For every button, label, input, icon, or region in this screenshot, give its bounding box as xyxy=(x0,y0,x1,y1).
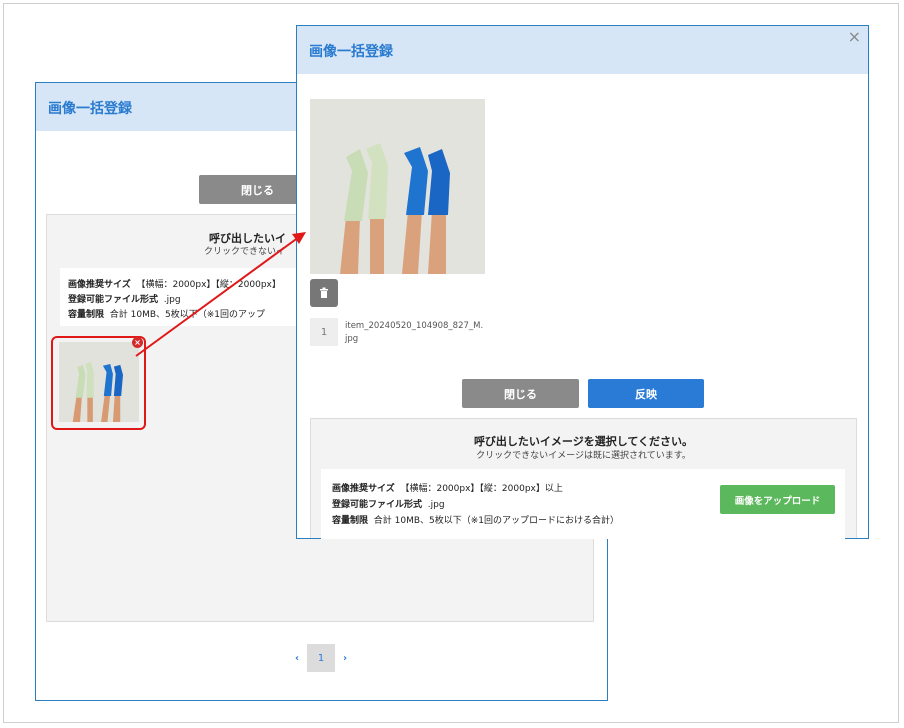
arrow-annotation xyxy=(135,232,306,357)
